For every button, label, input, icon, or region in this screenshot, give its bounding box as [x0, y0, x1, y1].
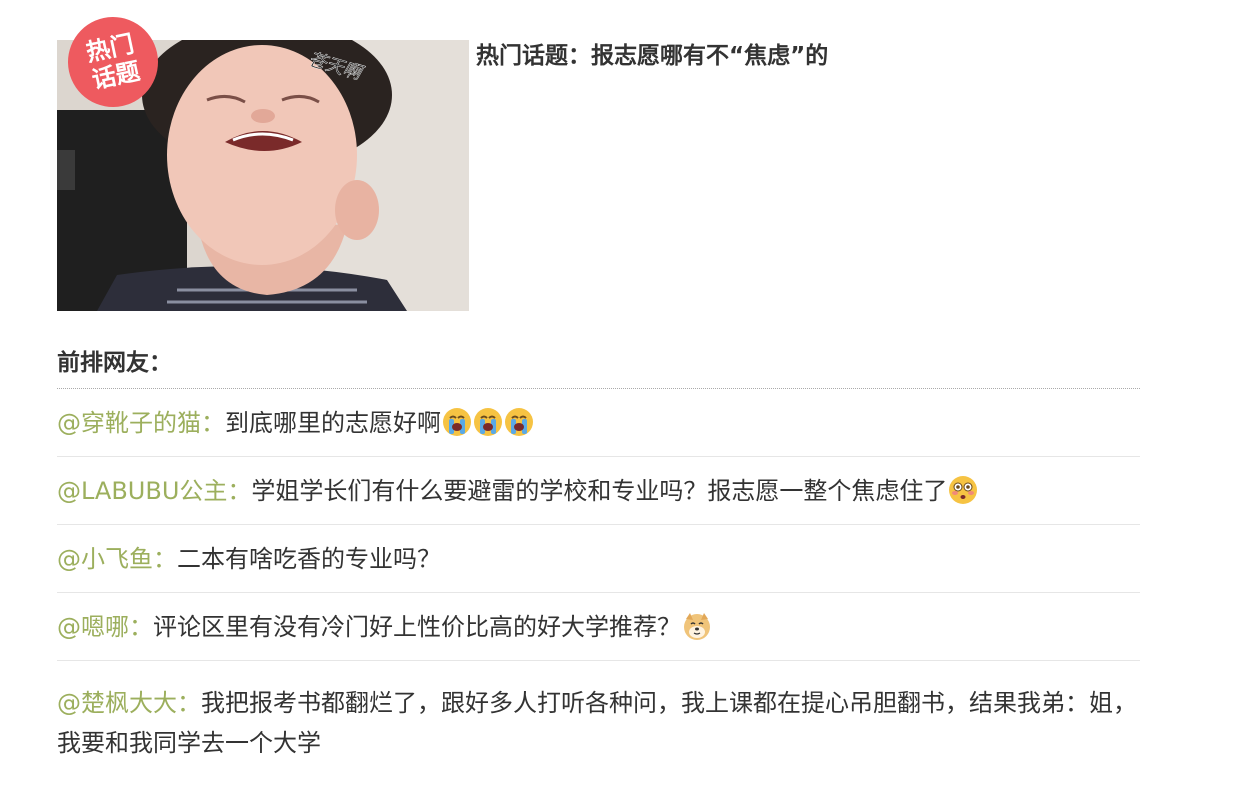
comment-list: @穿靴子的猫：到底哪里的志愿好啊 @LABUBU公主：学姐学长们有什么要避雷的学…	[57, 389, 1140, 771]
comment-username[interactable]: @小飞鱼：	[57, 545, 177, 573]
comment-text: 我把报考书都翻烂了，跟好多人打听各种问，我上课都在提心吊胆翻书，结果我弟：姐，我…	[57, 689, 1137, 757]
loudly-crying-face-icon	[474, 408, 502, 436]
comment-username[interactable]: @穿靴子的猫：	[57, 409, 225, 437]
loudly-crying-face-icon	[443, 408, 471, 436]
doge-face-icon	[684, 613, 710, 640]
flushed-face-icon	[949, 476, 978, 504]
comment-text: 学姐学长们有什么要避雷的学校和专业吗？报志愿一整个焦虑住了	[251, 477, 948, 505]
comment-item: @LABUBU公主：学姐学长们有什么要避雷的学校和专业吗？报志愿一整个焦虑住了	[57, 457, 1140, 525]
comment-username[interactable]: @楚枫大大：	[57, 689, 201, 717]
comment-item: @楚枫大大：我把报考书都翻烂了，跟好多人打听各种问，我上课都在提心吊胆翻书，结果…	[57, 661, 1140, 771]
comment-text: 二本有啥吃香的专业吗？	[177, 545, 441, 573]
loudly-crying-face-icon	[505, 408, 533, 436]
comment-item: @穿靴子的猫：到底哪里的志愿好啊	[57, 389, 1140, 457]
comment-username[interactable]: @LABUBU公主：	[57, 477, 251, 505]
comment-username[interactable]: @嗯哪：	[57, 613, 153, 641]
comment-text: 评论区里有没有冷门好上性价比高的好大学推荐？	[153, 613, 681, 641]
section-label: 前排网友：	[57, 350, 172, 376]
comment-text: 到底哪里的志愿好啊	[225, 409, 441, 437]
comment-item: @小飞鱼：二本有啥吃香的专业吗？	[57, 525, 1140, 593]
topic-title: 热门话题：报志愿哪有不“焦虑”的	[476, 43, 829, 69]
comment-item: @嗯哪：评论区里有没有冷门好上性价比高的好大学推荐？	[57, 593, 1140, 661]
